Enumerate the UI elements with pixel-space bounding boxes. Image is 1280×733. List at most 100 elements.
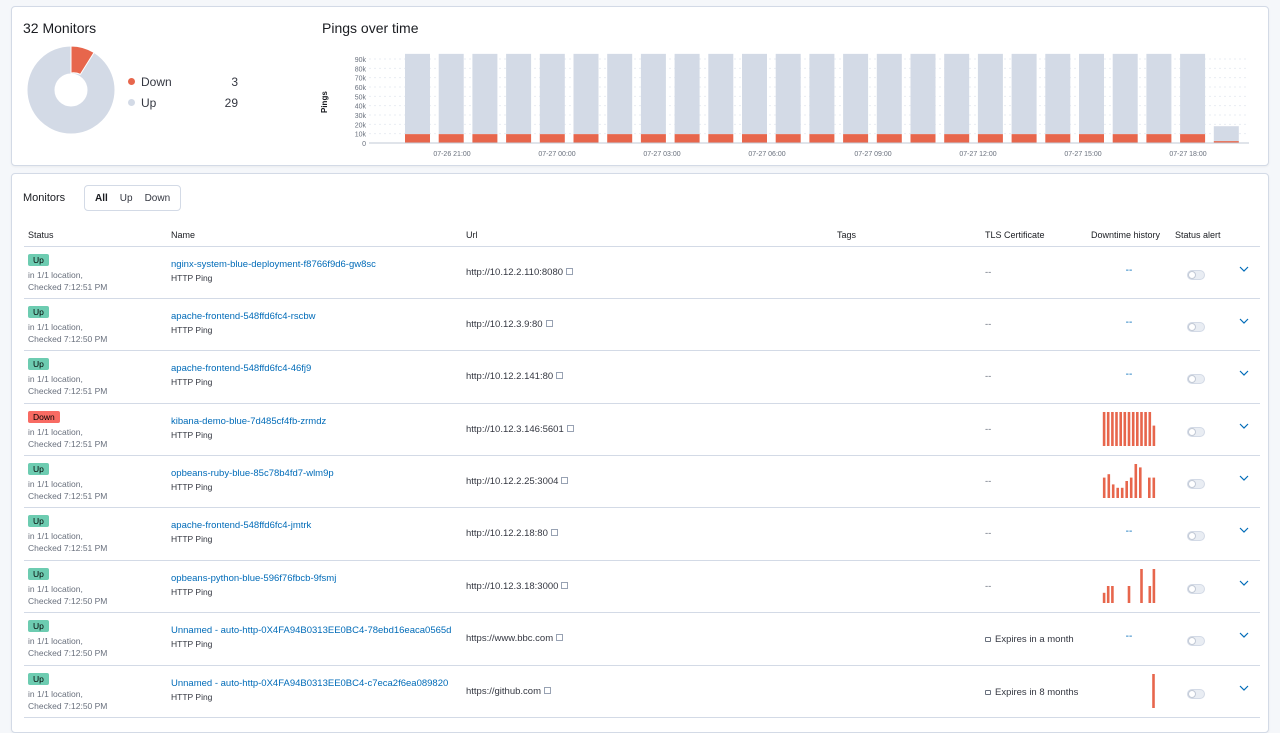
chevron-down-icon[interactable] (1239, 266, 1249, 272)
up-bar (405, 53, 430, 135)
legend-item-down[interactable]: Down 3 (128, 71, 238, 92)
tls-cell: Expires in 8 months (981, 665, 1087, 719)
down-bar (876, 134, 902, 143)
status-alert-toggle[interactable] (1187, 636, 1205, 647)
y-axis-label: Pings (320, 91, 329, 113)
tls-cell: -- (981, 246, 1087, 299)
status-alert-cell (1171, 455, 1228, 509)
external-link-icon[interactable] (543, 686, 551, 694)
external-link-icon[interactable] (556, 372, 564, 380)
external-link-icon[interactable] (561, 581, 569, 589)
chevron-down-icon[interactable] (1239, 580, 1249, 586)
tls-status: Expires in 8 months (995, 686, 1079, 698)
monitor-url-link[interactable]: http://10.12.2.141:80 (466, 371, 553, 382)
monitor-name-link[interactable]: apache-frontend-548ffd6fc4-46fj9 (171, 363, 458, 374)
downtime-bar (1152, 568, 1156, 603)
monitor-url-link[interactable]: http://10.12.2.25:3004 (466, 476, 558, 487)
tls-cell: -- (981, 507, 1087, 561)
down-bar (1011, 134, 1037, 143)
table-row: Up in 1/1 location, Checked 7:12:50 PM Unna… (24, 612, 1260, 666)
downtime-cell: -- (1087, 350, 1171, 404)
status-alert-cell (1171, 350, 1228, 404)
monitor-type: HTTP Ping (171, 586, 213, 597)
chevron-down-icon[interactable] (1239, 527, 1249, 534)
chevron-down-icon[interactable] (1239, 318, 1249, 324)
monitor-url-link[interactable]: http://10.12.2.110:8080 (466, 267, 563, 278)
status-alert-cell (1171, 560, 1228, 614)
status-alert-toggle[interactable] (1187, 531, 1205, 542)
status-alert-cell (1171, 298, 1228, 352)
monitor-type: HTTP Ping (171, 639, 213, 650)
down-bar (607, 134, 633, 143)
monitor-name-link[interactable]: apache-frontend-548ffd6fc4-jmtrk (171, 520, 458, 531)
chevron-down-icon[interactable] (1239, 685, 1249, 691)
downtime-bar (1119, 411, 1122, 446)
col-header-status-alert: Status alert (1171, 224, 1228, 247)
col-header-status[interactable]: Status (24, 224, 167, 247)
monitors-panel: Monitors All Up Down Status Name Url Tag… (11, 173, 1269, 733)
status-badge: Up (28, 672, 49, 685)
y-tick-label: 10k (355, 132, 367, 139)
filter-up-button[interactable]: Up (114, 193, 139, 204)
external-link-icon[interactable] (545, 319, 553, 327)
name-cell: Unnamed - auto-http-0X4FA94B0313EE0BC4-7… (167, 612, 462, 666)
monitor-name-link[interactable]: Unnamed - auto-http-0X4FA94B0313EE0BC4-c… (171, 678, 458, 689)
monitor-name-link[interactable]: apache-frontend-548ffd6fc4-rscbw (171, 311, 458, 322)
chevron-down-icon[interactable] (1239, 632, 1249, 639)
col-header-tls: TLS Certificate (981, 224, 1087, 247)
x-tick-label: 07-27 09:00 (854, 151, 891, 158)
status-alert-toggle[interactable] (1187, 321, 1205, 332)
monitor-name-link[interactable]: kibana-demo-blue-7d485cf4fb-zrmdz (171, 416, 458, 427)
chevron-down-icon[interactable] (1239, 475, 1249, 481)
external-link-icon[interactable] (566, 267, 574, 275)
up-bar (607, 53, 633, 135)
chevron-down-icon[interactable] (1239, 370, 1249, 377)
monitor-url-link[interactable]: http://10.12.3.18:3000 (466, 581, 558, 592)
monitor-url-link[interactable]: https://www.bbc.com (466, 633, 553, 644)
downtime-history-sparkline (1102, 411, 1156, 446)
status-alert-toggle[interactable] (1187, 583, 1205, 594)
status-location: in 1/1 location, (28, 374, 83, 385)
table-row: Up in 1/1 location, Checked 7:12:51 PM apac… (24, 507, 1260, 561)
filter-down-button[interactable]: Down (139, 193, 177, 204)
monitor-url-link[interactable]: http://10.12.3.9:80 (466, 319, 543, 330)
up-bar (742, 53, 767, 135)
monitor-name-link[interactable]: opbeans-ruby-blue-85c78b4fd7-wlm9p (171, 468, 458, 479)
legend-count-up: 29 (224, 95, 238, 110)
down-bar (843, 134, 869, 143)
legend-item-up[interactable]: Up 29 (128, 92, 238, 113)
external-link-icon[interactable] (561, 477, 569, 485)
monitor-name-link[interactable]: opbeans-python-blue-596f76fbcb-9fsmj (171, 573, 458, 584)
downtime-empty: -- (1125, 526, 1133, 538)
col-header-url[interactable]: Url (462, 224, 833, 247)
filter-all-button[interactable]: All (89, 193, 114, 204)
legend-label-up: Up (141, 95, 157, 110)
col-header-name[interactable]: Name (167, 224, 462, 247)
external-link-icon[interactable] (550, 529, 558, 537)
chevron-down-icon[interactable] (1239, 423, 1249, 429)
monitor-name-link[interactable]: nginx-system-blue-deployment-f8766f9d6-g… (171, 259, 458, 270)
monitor-name-link[interactable]: Unnamed - auto-http-0X4FA94B0313EE0BC4-7… (171, 625, 458, 636)
external-link-icon[interactable] (556, 634, 564, 642)
x-tick-label: 07-27 18:00 (1169, 151, 1206, 158)
status-alert-toggle[interactable] (1187, 374, 1205, 385)
url-cell: http://10.12.3.18:3000 (462, 560, 833, 614)
status-cell: Up in 1/1 location, Checked 7:12:50 PM (24, 665, 167, 719)
status-alert-toggle[interactable] (1187, 269, 1205, 280)
status-badge: Up (28, 620, 49, 633)
status-location: in 1/1 location, (28, 688, 83, 699)
monitor-url-link[interactable]: https://github.com (466, 686, 541, 697)
monitor-url-link[interactable]: http://10.12.3.146:5601 (466, 424, 564, 435)
status-cell: Up in 1/1 location, Checked 7:12:50 PM (24, 612, 167, 666)
status-alert-toggle[interactable] (1187, 688, 1205, 699)
up-bar (977, 53, 1003, 135)
status-alert-toggle[interactable] (1187, 479, 1205, 490)
status-alert-toggle[interactable] (1187, 426, 1205, 437)
monitor-url-link[interactable]: http://10.12.2.18:80 (466, 528, 548, 539)
status-location: in 1/1 location, (28, 269, 83, 280)
table-row: Up in 1/1 location, Checked 7:12:51 PM apac… (24, 350, 1260, 404)
monitor-type: HTTP Ping (171, 534, 213, 545)
downtime-bar (1148, 585, 1152, 603)
status-cell: Up in 1/1 location, Checked 7:12:51 PM (24, 507, 167, 561)
external-link-icon[interactable] (566, 424, 574, 432)
